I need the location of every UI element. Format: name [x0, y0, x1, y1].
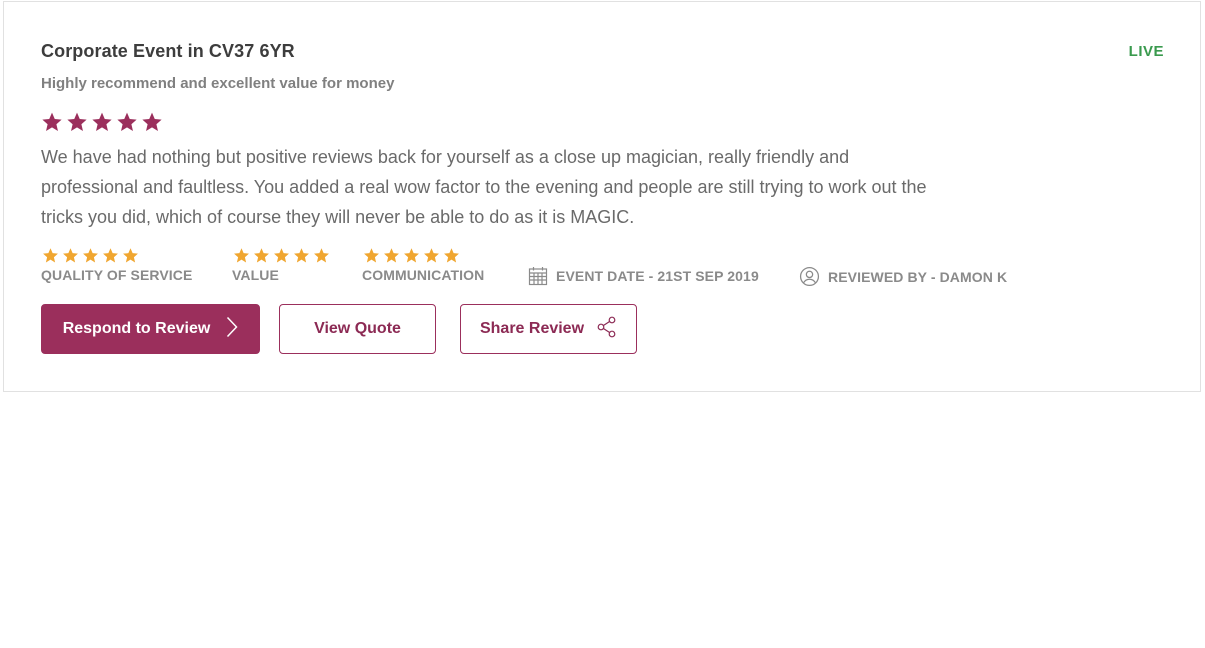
star-icon [91, 111, 113, 133]
metric-stars [362, 247, 484, 264]
rating-quality-of-service: QUALITY OF SERVICE [41, 247, 192, 283]
chevron-right-icon [226, 316, 238, 343]
respond-to-review-button[interactable]: Respond to Review [41, 304, 260, 354]
star-icon [232, 247, 251, 264]
share-icon [597, 316, 617, 343]
star-icon [422, 247, 441, 264]
star-icon [101, 247, 120, 264]
star-icon [41, 247, 60, 264]
event-date: EVENT DATE - 21ST SEP 2019 [528, 266, 759, 286]
star-icon [402, 247, 421, 264]
star-icon [116, 111, 138, 133]
star-icon [312, 247, 331, 264]
star-icon [41, 111, 63, 133]
star-icon [442, 247, 461, 264]
rating-communication: COMMUNICATION [362, 247, 484, 283]
rating-value: VALUE [232, 247, 331, 283]
status-badge: LIVE [1128, 43, 1164, 60]
rating-breakdown: QUALITY OF SERVICE VALUE COMMUNICATION E… [41, 247, 1141, 289]
view-quote-label: View Quote [314, 320, 401, 337]
metric-stars [41, 247, 192, 264]
star-icon [292, 247, 311, 264]
respond-button-label: Respond to Review [62, 320, 211, 337]
calendar-icon [528, 266, 548, 286]
reviewed-by: REVIEWED BY - DAMON K [799, 266, 1007, 287]
metric-label: QUALITY OF SERVICE [41, 267, 193, 283]
star-icon [66, 111, 88, 133]
star-icon [382, 247, 401, 264]
star-icon [61, 247, 80, 264]
metric-label: COMMUNICATION [362, 267, 485, 283]
metric-stars [232, 247, 331, 264]
star-icon [121, 247, 140, 264]
overall-rating [41, 111, 163, 133]
share-review-button[interactable]: Share Review [460, 304, 637, 354]
review-card: Corporate Event in CV37 6YR LIVE Highly … [3, 1, 1201, 392]
star-icon [362, 247, 381, 264]
review-headline: Highly recommend and excellent value for… [41, 75, 395, 92]
review-title: Corporate Event in CV37 6YR [41, 41, 295, 61]
user-circle-icon [799, 266, 820, 287]
reviewed-by-label: REVIEWED BY - DAMON K [828, 268, 1008, 285]
review-body: We have had nothing but positive reviews… [41, 147, 927, 227]
star-icon [141, 111, 163, 133]
star-icon [81, 247, 100, 264]
metric-label: VALUE [232, 267, 279, 283]
event-date-label: EVENT DATE - 21ST SEP 2019 [556, 268, 759, 284]
star-icon [272, 247, 291, 264]
view-quote-button[interactable]: View Quote [279, 304, 436, 354]
share-review-label: Share Review [479, 320, 585, 337]
star-icon [252, 247, 271, 264]
